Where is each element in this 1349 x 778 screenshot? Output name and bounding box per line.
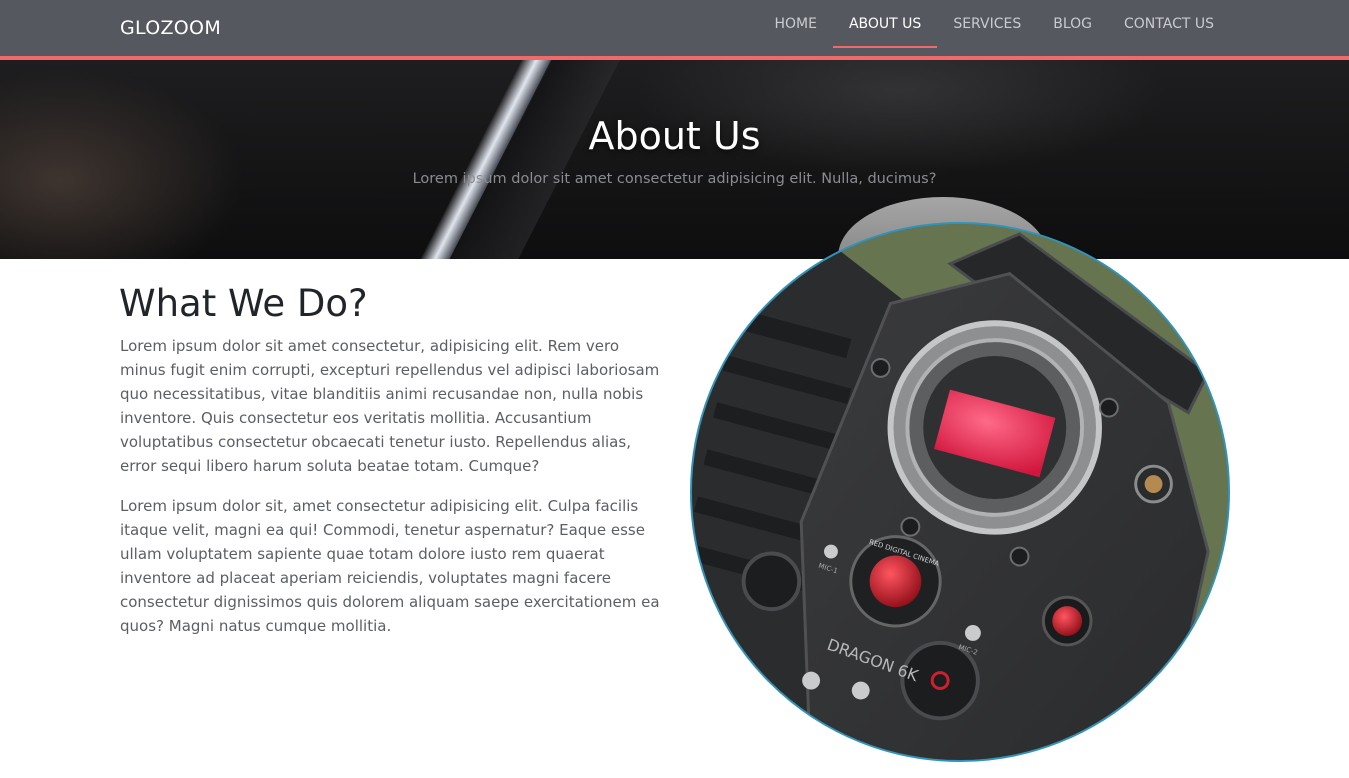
- nav-link-home[interactable]: HOME: [758, 0, 832, 48]
- camera-illustration: DRAGON 6K RED DIGITAL CINEMA MIC-1 MIC-2: [692, 224, 1228, 760]
- page-subtitle: Lorem ipsum dolor sit amet consectetur a…: [412, 171, 937, 187]
- nav-links: HOME ABOUT US SERVICES BLOG CONTACT US: [758, 0, 1230, 56]
- camera-image: DRAGON 6K RED DIGITAL CINEMA MIC-1 MIC-2: [690, 222, 1230, 762]
- nav-link-contact-us[interactable]: CONTACT US: [1108, 0, 1230, 48]
- brand-logo[interactable]: GLOZOOM: [120, 17, 221, 39]
- hero-banner: About Us Lorem ipsum dolor sit amet cons…: [0, 60, 1349, 259]
- nav-link-services[interactable]: SERVICES: [937, 0, 1037, 48]
- section-title: What We Do?: [119, 282, 368, 325]
- page-title: About Us: [588, 114, 761, 158]
- about-paragraph-1: Lorem ipsum dolor sit amet consectetur, …: [120, 337, 660, 475]
- nav-link-blog[interactable]: BLOG: [1037, 0, 1108, 48]
- top-navbar: GLOZOOM HOME ABOUT US SERVICES BLOG CONT…: [0, 0, 1349, 56]
- nav-link-about-us[interactable]: ABOUT US: [832, 0, 938, 48]
- about-paragraph-2: Lorem ipsum dolor sit, amet consectetur …: [120, 497, 660, 635]
- navbar-accent-line: [0, 56, 1349, 60]
